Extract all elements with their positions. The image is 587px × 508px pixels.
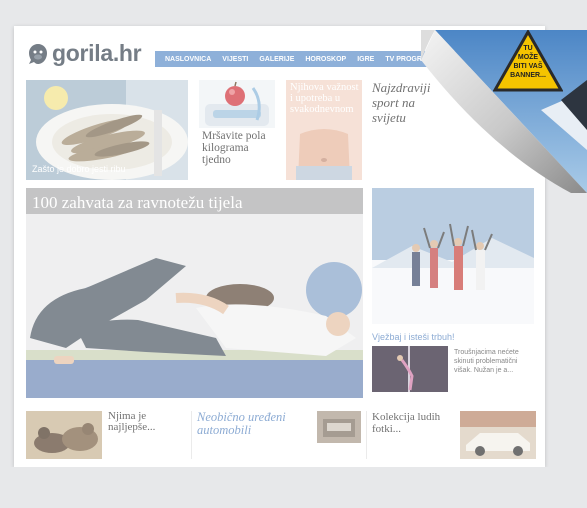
- logo-text: gorila.hr: [52, 40, 142, 66]
- nav-horoskop[interactable]: HOROSKOP: [305, 56, 346, 63]
- body-text: Njihova važnost i upotreba u svakodnevno…: [290, 82, 359, 115]
- pole-dance-photo: [372, 346, 448, 392]
- divider: [366, 411, 367, 459]
- dogs-title[interactable]: Njima je najljepše...: [108, 411, 178, 433]
- gorilla-icon: [29, 43, 47, 64]
- banner-line-2: MOŽE: [517, 54, 539, 61]
- body-card[interactable]: Njihova važnost i upotreba u svakodnevno…: [286, 80, 362, 180]
- diet-title[interactable]: Mršavite pola kilograma tjedno: [202, 130, 280, 166]
- page-background: [0, 467, 587, 508]
- banner-sign-text: TU MOŽE BITI VAŠ BANNER...: [503, 44, 553, 80]
- nav-galerije[interactable]: GALERIJE: [259, 56, 294, 63]
- page-curl-banner[interactable]: TU MOŽE BITI VAŠ BANNER...: [421, 30, 587, 193]
- banner-line-3: BITI VAŠ: [513, 63, 543, 70]
- hero-title: 100 zahvata za ravnotežu tijela: [26, 188, 363, 214]
- vehicle-photo: [460, 411, 536, 459]
- hero-photo: [26, 188, 363, 398]
- apple-scale-photo: [199, 80, 275, 128]
- snow-photo: [372, 188, 534, 324]
- divider: [191, 411, 192, 459]
- teaser-title[interactable]: Vježbaj i isteši trbuh!: [372, 332, 455, 342]
- car-photo: [317, 411, 361, 443]
- site-logo[interactable]: gorila.hr: [26, 40, 142, 67]
- nav-igre[interactable]: IGRE: [357, 56, 374, 63]
- photos-title[interactable]: Kolekcija ludih fotki...: [372, 411, 452, 435]
- banner-line-4: BANNER...: [510, 72, 546, 79]
- hero-card[interactable]: 100 zahvata za ravnotežu tijela: [26, 188, 363, 398]
- nav-naslovnica[interactable]: NASLOVNICA: [165, 56, 211, 63]
- cars-image[interactable]: [317, 411, 361, 443]
- dogs-image[interactable]: [26, 411, 102, 459]
- fish-caption: Zašto je dobro jesti ribu: [32, 164, 126, 174]
- snow-card[interactable]: [372, 188, 534, 324]
- banner-line-1: TU: [523, 45, 533, 52]
- pole-dance-image[interactable]: [372, 346, 448, 392]
- fish-card[interactable]: Zašto je dobro jesti ribu: [26, 80, 188, 180]
- photos-image[interactable]: [460, 411, 536, 459]
- cars-title[interactable]: Neobično uređeni automobili: [197, 411, 317, 437]
- diet-image[interactable]: [199, 80, 275, 128]
- teaser-text: Troušnjacima nećete skinuti problematičn…: [454, 349, 519, 374]
- nav-vijesti[interactable]: VIJESTI: [222, 56, 248, 63]
- dogs-photo: [26, 411, 102, 459]
